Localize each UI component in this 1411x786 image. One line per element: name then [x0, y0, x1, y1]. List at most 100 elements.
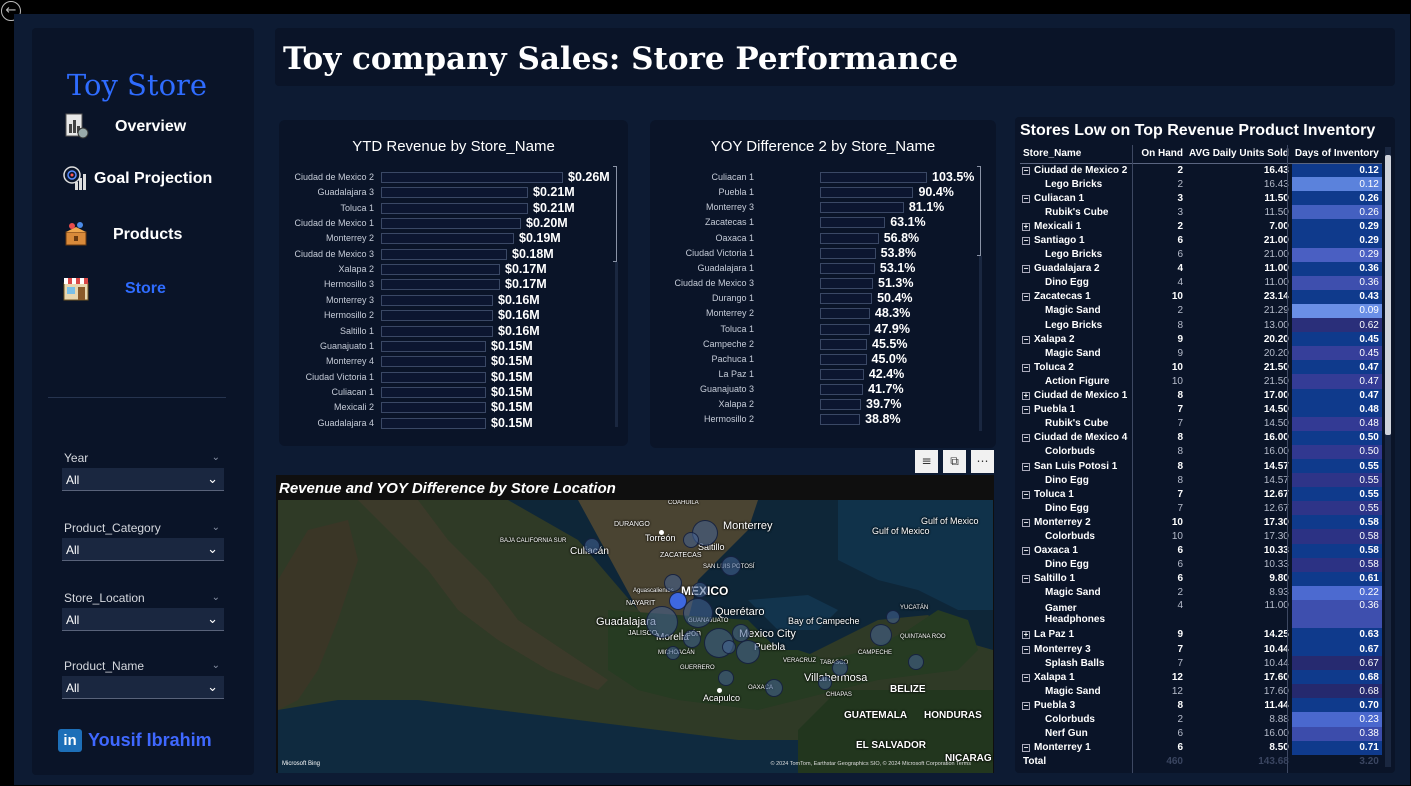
store-bubble[interactable] [646, 606, 678, 638]
chevron-down-icon[interactable]: ⌄ [212, 656, 220, 676]
store-row[interactable]: − Puebla 3 8 11.44 0.70 [1020, 698, 1382, 713]
store-row[interactable]: + Mexicali 1 2 7.00 0.29 [1020, 219, 1382, 234]
product-row[interactable]: Gamer Headphones 4 11.00 0.36 [1020, 599, 1382, 628]
bar-row[interactable]: Toluca 1 47.9% [650, 322, 996, 337]
column-header-avg-daily-units[interactable]: AVG Daily Units Sold [1186, 145, 1292, 164]
bar[interactable] [381, 202, 528, 214]
collapse-icon[interactable]: − [1022, 490, 1030, 499]
store-row[interactable]: − Monterrey 3 7 10.44 0.67 [1020, 642, 1382, 657]
collapse-icon[interactable]: − [1022, 462, 1030, 471]
store-row[interactable]: − Xalapa 2 9 20.20 0.45 [1020, 332, 1382, 347]
product-row[interactable]: Colorbuds 8 16.00 0.50 [1020, 444, 1382, 459]
bar[interactable] [820, 293, 873, 305]
map-canvas[interactable]: Monterrey Gulf of Mexico Gulf of Mexico … [278, 500, 993, 773]
bar[interactable] [820, 247, 876, 259]
bar-row[interactable]: Hermosillo 3 $0.17M [279, 277, 628, 292]
store-bubble[interactable] [683, 598, 713, 628]
bar[interactable] [820, 384, 864, 396]
bar-row[interactable]: Monterrey 2 $0.19M [279, 231, 628, 246]
collapse-icon[interactable]: − [1022, 335, 1030, 344]
bar-row[interactable]: Guadalajara 4 $0.15M [279, 416, 628, 431]
bar-row[interactable]: Culiacan 1 103.5% [650, 170, 996, 185]
store-row[interactable]: − Guadalajara 2 4 11.00 0.36 [1020, 261, 1382, 276]
bar[interactable] [381, 218, 521, 230]
column-header-on-hand[interactable]: On Hand [1133, 145, 1186, 164]
bar[interactable] [820, 368, 864, 380]
bar-row[interactable]: Ciudad de Mexico 3 51.3% [650, 276, 996, 291]
bar[interactable] [820, 217, 886, 229]
bar-row[interactable]: Hermosillo 2 38.8% [650, 412, 996, 427]
bar-row[interactable]: Xalapa 2 $0.17M [279, 262, 628, 277]
product-row[interactable]: Magic Sand 2 21.29 0.09 [1020, 303, 1382, 319]
store-row[interactable]: − Ciudad de Mexico 4 8 16.00 0.50 [1020, 430, 1382, 445]
collapse-icon[interactable]: − [1022, 434, 1030, 443]
bar[interactable] [820, 278, 874, 290]
store-bubble[interactable] [692, 582, 708, 598]
product-row[interactable]: Splash Balls 7 10.44 0.67 [1020, 656, 1382, 671]
year-dropdown[interactable]: All ⌄ [62, 468, 224, 491]
store-bubble[interactable] [584, 538, 600, 554]
bar[interactable] [381, 417, 486, 429]
bar-row[interactable]: Durango 1 50.4% [650, 291, 996, 306]
bar[interactable] [820, 353, 867, 365]
bar-row[interactable]: Guadalajara 3 $0.21M [279, 185, 628, 200]
store-bubble[interactable] [736, 640, 760, 664]
expand-icon[interactable]: + [1022, 222, 1030, 231]
bar[interactable] [820, 323, 870, 335]
chevron-down-icon[interactable]: ⌄ [212, 588, 220, 608]
ytd-revenue-chart[interactable]: YTD Revenue by Store_Name Ciudad de Mexi… [279, 120, 628, 446]
bar-row[interactable]: Oaxaca 1 56.8% [650, 231, 996, 246]
bar-row[interactable]: Ciudad de Mexico 3 $0.18M [279, 247, 628, 262]
store-location-dropdown[interactable]: All ⌄ [62, 608, 224, 631]
nav-item-overview[interactable]: Overview [62, 108, 252, 144]
store-row[interactable]: − Monterrey 2 10 17.30 0.58 [1020, 515, 1382, 530]
bar-row[interactable]: Zacatecas 1 63.1% [650, 215, 996, 230]
bar-row[interactable]: Guanajuato 1 $0.15M [279, 339, 628, 354]
product-row[interactable]: Lego Bricks 6 21.00 0.29 [1020, 247, 1382, 262]
bar[interactable] [381, 356, 486, 368]
bar[interactable] [820, 414, 861, 426]
product-row[interactable]: Magic Sand 9 20.20 0.45 [1020, 346, 1382, 361]
bar-row[interactable]: Campeche 2 45.5% [650, 337, 996, 352]
bar[interactable] [381, 233, 514, 245]
bar-row[interactable]: Mexicali 2 $0.15M [279, 400, 628, 415]
store-row[interactable]: − Saltillo 1 6 9.80 0.61 [1020, 571, 1382, 586]
bar-row[interactable]: Monterrey 3 $0.16M [279, 293, 628, 308]
collapse-icon[interactable]: − [1022, 363, 1030, 372]
store-location-map[interactable]: Revenue and YOY Difference by Store Loca… [276, 475, 994, 773]
bar-row[interactable]: Puebla 1 90.4% [650, 185, 996, 200]
table-scrollbar-thumb[interactable] [1385, 155, 1391, 435]
nav-item-store[interactable]: Store [62, 270, 252, 306]
bar[interactable] [820, 172, 927, 183]
store-bubble[interactable] [886, 610, 900, 624]
table-scrollbar[interactable] [1385, 147, 1391, 767]
store-bubble[interactable] [721, 556, 741, 576]
bar[interactable] [381, 325, 493, 337]
bar[interactable] [820, 262, 875, 274]
store-bubble[interactable] [765, 679, 783, 697]
store-bubble[interactable] [664, 574, 682, 592]
product-name-dropdown[interactable]: All ⌄ [62, 676, 224, 699]
bar-row[interactable]: Monterrey 4 $0.15M [279, 354, 628, 369]
collapse-icon[interactable]: − [1022, 645, 1030, 654]
chevron-down-icon[interactable]: ⌄ [212, 448, 220, 468]
inventory-table[interactable]: Store_Name On Hand AVG Daily Units Sold … [1020, 145, 1382, 769]
product-row[interactable]: Action Figure 10 21.50 0.47 [1020, 374, 1382, 389]
product-row[interactable]: Dino Egg 7 12.67 0.55 [1020, 501, 1382, 516]
bar[interactable] [381, 402, 486, 414]
product-row[interactable]: Dino Egg 8 14.57 0.55 [1020, 473, 1382, 488]
bar[interactable] [820, 187, 914, 199]
bar[interactable] [381, 279, 500, 291]
collapse-icon[interactable]: − [1022, 406, 1030, 415]
product-row[interactable]: Rubik's Cube 3 11.50 0.26 [1020, 205, 1382, 220]
bar-row[interactable]: Guanajuato 3 41.7% [650, 382, 996, 397]
store-row[interactable]: − Zacatecas 1 10 23.14 0.43 [1020, 289, 1382, 304]
bar[interactable] [820, 338, 868, 350]
bar[interactable] [820, 232, 879, 244]
store-row[interactable]: + La Paz 1 9 14.25 0.63 [1020, 627, 1382, 642]
bar-row[interactable]: Ciudad Victoria 1 53.8% [650, 246, 996, 261]
store-bubble[interactable] [870, 624, 892, 646]
product-row[interactable]: Magic Sand 2 8.93 0.22 [1020, 585, 1382, 600]
bar[interactable] [381, 172, 563, 183]
more-options-icon[interactable]: ⋯ [971, 450, 994, 473]
